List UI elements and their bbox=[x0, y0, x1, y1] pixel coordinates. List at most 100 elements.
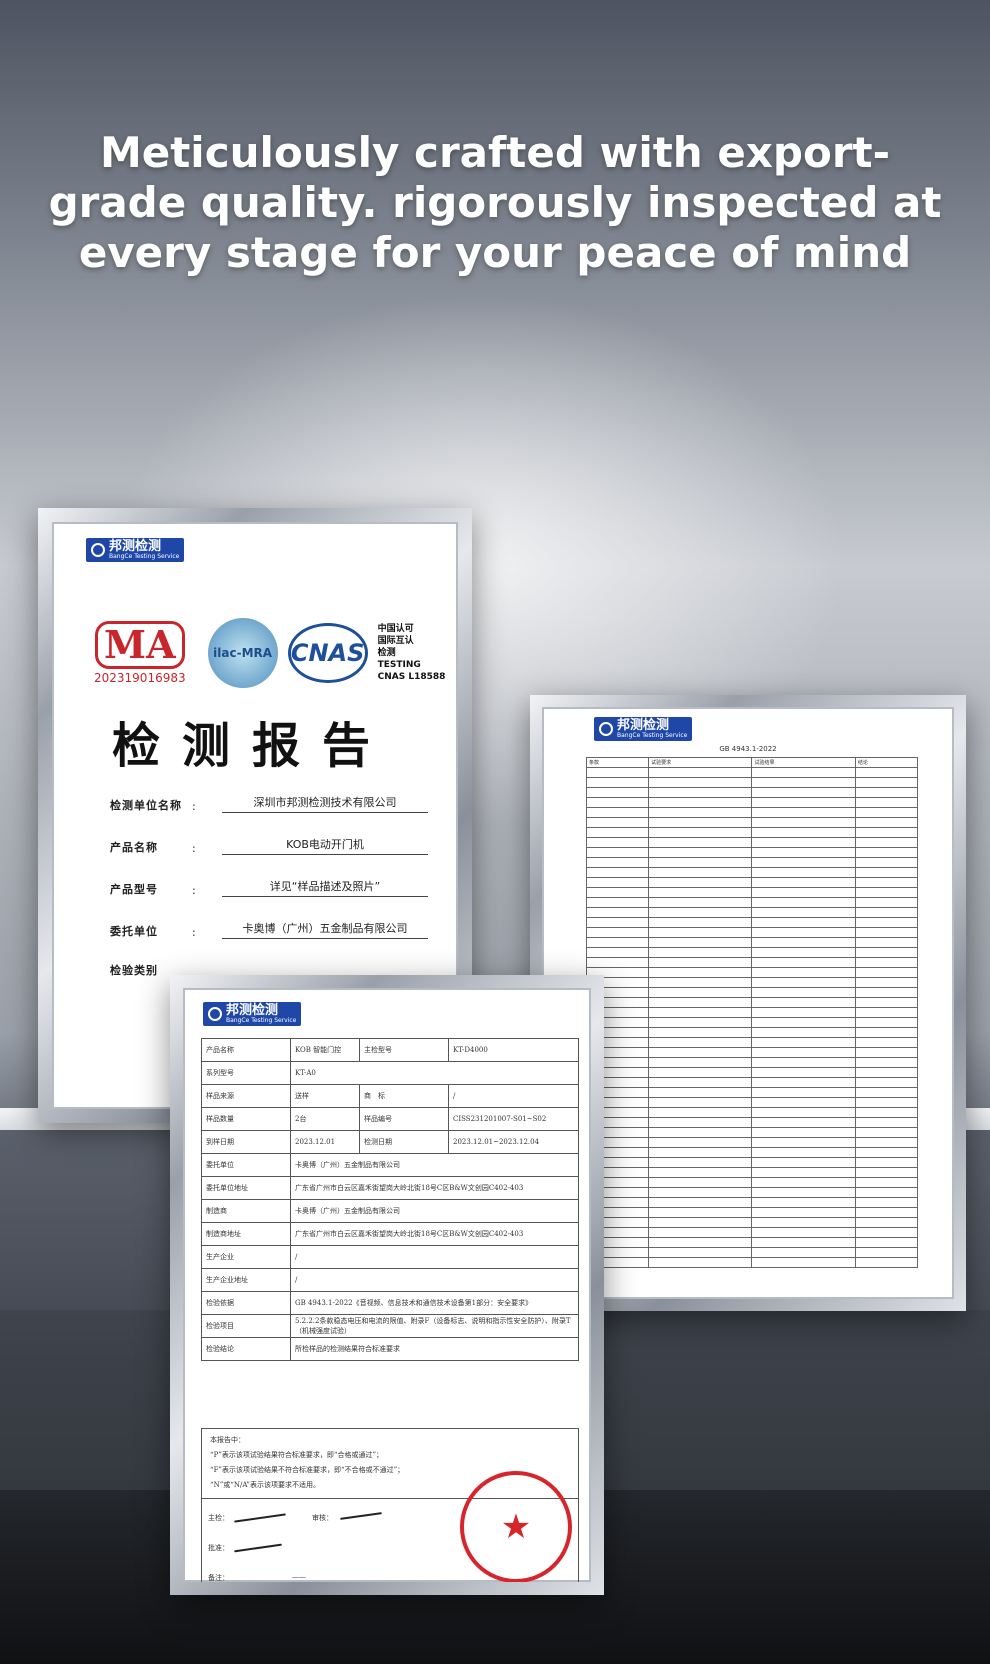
table-cell: 广东省广州市白云区嘉禾街望岗大岭北街18号C区B&W文创园C402-403 bbox=[290, 1176, 579, 1200]
sample-info-table: 产品名称 KOB 智能门控 主检型号 KT-D4000 系列型号 KT-A0 样品来源 送样商… bbox=[201, 1038, 579, 1361]
table-cell bbox=[751, 1197, 856, 1208]
table-cell bbox=[585, 947, 650, 958]
table-cell bbox=[648, 1017, 753, 1028]
table-cell: 样品数量 bbox=[201, 1107, 291, 1131]
table-cell bbox=[585, 807, 650, 818]
bangce-logo-icon bbox=[91, 543, 105, 557]
table-cell bbox=[648, 797, 753, 808]
table-cell bbox=[751, 837, 856, 848]
table-cell: GB 4943.1-2022《音视频、信息技术和通信技术设备第1部分：安全要求》 bbox=[290, 1291, 579, 1315]
table-row bbox=[585, 947, 919, 958]
table-cell bbox=[751, 827, 856, 838]
table-row bbox=[585, 1237, 919, 1248]
table-cell bbox=[648, 857, 753, 868]
table-row bbox=[585, 1157, 919, 1168]
table-row: 检验项目 5.2.2.2条款稳态电压和电流的限值、附录F（设备标志、说明和指示性安… bbox=[201, 1314, 579, 1338]
table-row bbox=[585, 1067, 919, 1078]
table-row: 委托单位地址 广东省广州市白云区嘉禾街望岗大岭北街18号C区B&W文创园C402-… bbox=[201, 1176, 579, 1200]
table-cell bbox=[648, 957, 753, 968]
table-row: 生产企业 / bbox=[201, 1245, 579, 1269]
table-cell bbox=[854, 1107, 919, 1118]
table-cell bbox=[854, 1017, 919, 1028]
table-header-row: 条款 试验要求 试验结果 结论 bbox=[585, 757, 919, 768]
table-row bbox=[585, 837, 919, 848]
table-cell bbox=[648, 997, 753, 1008]
table-cell bbox=[648, 1187, 753, 1198]
table-cell bbox=[648, 1057, 753, 1068]
table-cell bbox=[854, 807, 919, 818]
table-cell bbox=[648, 1047, 753, 1058]
table-row bbox=[585, 1037, 919, 1048]
table-row bbox=[585, 1177, 919, 1188]
table-cell bbox=[854, 1247, 919, 1258]
table-cell: 检测日期 bbox=[359, 1130, 450, 1154]
table-cell bbox=[585, 887, 650, 898]
table-cell bbox=[648, 1147, 753, 1158]
table-cell bbox=[648, 1007, 753, 1018]
table-row: 制造商地址 广东省广州市白云区嘉禾街望岗大岭北街18号C区B&W文创园C402-4… bbox=[201, 1222, 579, 1246]
table-cell: 到样日期 bbox=[201, 1130, 291, 1154]
table-cell bbox=[751, 1077, 856, 1088]
table-cell bbox=[648, 1027, 753, 1038]
table-cell bbox=[854, 827, 919, 838]
table-cell bbox=[854, 937, 919, 948]
table-cell bbox=[648, 777, 753, 788]
table-cell bbox=[751, 1047, 856, 1058]
table-row bbox=[585, 857, 919, 868]
table-cell bbox=[648, 1227, 753, 1238]
table-cell bbox=[751, 1257, 856, 1268]
approver-label: 批准： bbox=[208, 1544, 229, 1552]
table-cell bbox=[751, 1147, 856, 1158]
table-cell bbox=[854, 977, 919, 988]
table-row: 产品名称 KOB 智能门控 主检型号 KT-D4000 bbox=[201, 1038, 579, 1062]
table-cell: / bbox=[290, 1245, 579, 1269]
table-cell bbox=[854, 1227, 919, 1238]
table-cell bbox=[854, 1137, 919, 1148]
table-cell bbox=[648, 917, 753, 928]
table-cell bbox=[854, 917, 919, 928]
table-cell bbox=[648, 1037, 753, 1048]
table-row: 制造商 卡奥博（广州）五金制品有限公司 bbox=[201, 1199, 579, 1223]
table-cell bbox=[585, 847, 650, 858]
table-cell bbox=[648, 947, 753, 958]
table-cell: 检验依据 bbox=[201, 1291, 291, 1315]
table-cell bbox=[648, 1077, 753, 1088]
cnas-logo-icon: CNAS bbox=[287, 623, 368, 683]
bangce-logo-icon bbox=[599, 722, 613, 736]
table-cell bbox=[648, 1097, 753, 1108]
table-cell bbox=[585, 907, 650, 918]
table-row: 样品来源 送样商 标 / bbox=[201, 1084, 579, 1108]
table-cell bbox=[751, 777, 856, 788]
signature-icon bbox=[340, 1512, 382, 1520]
table-cell bbox=[648, 877, 753, 888]
table-cell bbox=[585, 797, 650, 808]
table-cell: 制造商 bbox=[201, 1199, 291, 1223]
table-cell bbox=[648, 787, 753, 798]
ilac-mra-logo-icon: ilac-MRA bbox=[207, 618, 278, 688]
table-cell bbox=[751, 1117, 856, 1128]
signature-block: 主检： 审核： 批准： 备注： —— ★ bbox=[201, 1471, 579, 1582]
table-cell bbox=[585, 767, 650, 778]
table-cell bbox=[854, 1087, 919, 1098]
field-product-model: 产品型号: 详见“样品描述及照片” bbox=[110, 878, 428, 897]
table-cell bbox=[854, 1057, 919, 1068]
table-row bbox=[585, 997, 919, 1008]
table-cell bbox=[854, 1157, 919, 1168]
table-cell bbox=[648, 907, 753, 918]
table-row bbox=[585, 1117, 919, 1128]
table-row bbox=[585, 1087, 919, 1098]
table-cell bbox=[854, 857, 919, 868]
table-cell bbox=[854, 1177, 919, 1188]
table-cell bbox=[854, 997, 919, 1008]
table-cell bbox=[648, 977, 753, 988]
table-cell bbox=[648, 1107, 753, 1118]
table-cell: KT-A0 bbox=[290, 1061, 579, 1085]
table-row bbox=[585, 1007, 919, 1018]
table-row: 到样日期 2023.12.01 检测日期 2023.12.01~2023.12.04 bbox=[201, 1130, 579, 1154]
table-cell bbox=[751, 907, 856, 918]
table-cell bbox=[854, 1077, 919, 1088]
table-row bbox=[585, 847, 919, 858]
table-row bbox=[585, 1097, 919, 1108]
table-cell bbox=[751, 947, 856, 958]
table-cell bbox=[854, 787, 919, 798]
